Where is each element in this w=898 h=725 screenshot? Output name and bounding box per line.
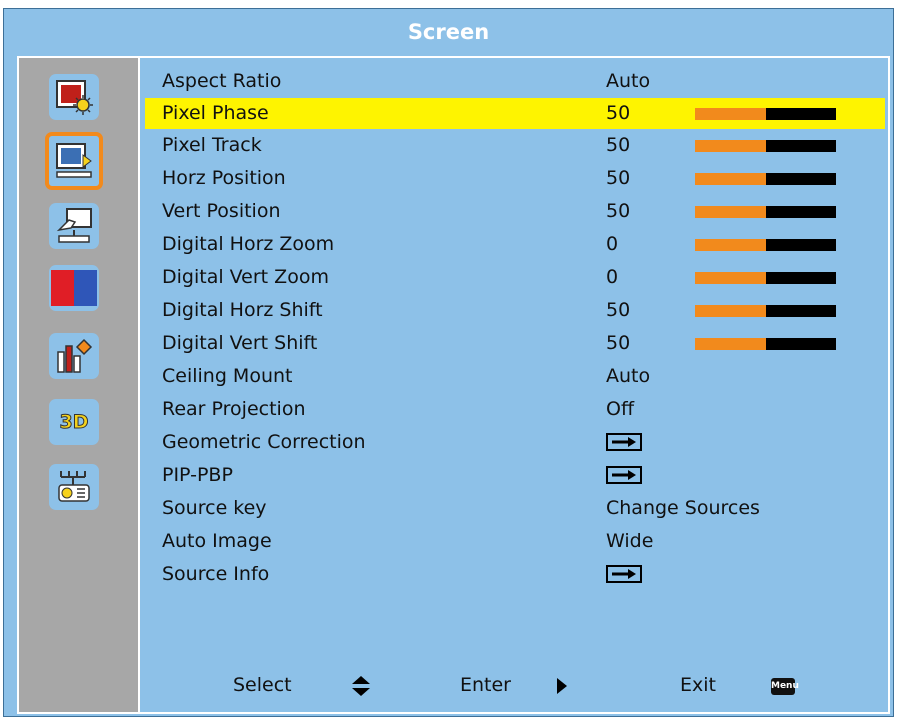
menu-item-digital-vert-shift[interactable]: Digital Vert Shift 50: [147, 328, 883, 359]
menu-item-value: 50: [606, 167, 631, 189]
menu-item-value: 50: [606, 102, 631, 124]
slider-fill: [695, 108, 766, 120]
menu-item-pip-pbp[interactable]: PIP-PBP: [147, 460, 883, 491]
menu-item-value: Change Sources: [606, 497, 760, 519]
menu-item-label: Rear Projection: [162, 398, 306, 420]
menu-item-label: Source key: [162, 497, 267, 519]
color-split-icon: [51, 270, 97, 306]
submenu-arrow-icon[interactable]: [606, 466, 642, 484]
sidebar-item-3d[interactable]: 3D: [49, 399, 99, 445]
category-sidebar: 3D: [19, 58, 140, 712]
menu-item-digital-vert-zoom[interactable]: Digital Vert Zoom 0: [147, 262, 883, 293]
menu-item-label: Pixel Track: [162, 134, 262, 156]
menu-item-source-key[interactable]: Source key Change Sources: [147, 493, 883, 524]
menu-item-value: 0: [606, 233, 619, 255]
menu-item-auto-image[interactable]: Auto Image Wide: [147, 526, 883, 557]
slider-fill: [695, 338, 766, 350]
menu-item-value: 50: [606, 134, 631, 156]
select-hint-label: Select: [233, 674, 292, 696]
menu-item-value: Off: [606, 398, 635, 420]
sidebar-item-image[interactable]: [49, 74, 99, 120]
slider-fill: [695, 173, 766, 185]
slider-fill: [695, 239, 766, 251]
submenu-arrow-icon[interactable]: [606, 433, 642, 451]
menu-item-value: 50: [606, 200, 631, 222]
menu-item-label: Auto Image: [162, 530, 272, 552]
menu-item-pixel-track[interactable]: Pixel Track 50: [147, 130, 883, 161]
menu-key-icon: Menu: [771, 678, 799, 695]
menu-item-value: 50: [606, 299, 631, 321]
menu-item-label: Horz Position: [162, 167, 286, 189]
menu-item-value: Wide: [606, 530, 654, 552]
menu-item-digital-horz-shift[interactable]: Digital Horz Shift 50: [147, 295, 883, 326]
slider-bar[interactable]: [695, 173, 836, 185]
right-triangle-icon: [557, 678, 567, 694]
menu-item-label: PIP-PBP: [162, 464, 233, 486]
slider-bar[interactable]: [695, 206, 836, 218]
menu-item-value: 0: [606, 266, 619, 288]
submenu-arrow-icon[interactable]: [606, 565, 642, 583]
menu-item-aspect-ratio[interactable]: Aspect Ratio Auto: [147, 66, 883, 97]
sidebar-item-setting[interactable]: [49, 203, 99, 249]
menu-item-label: Digital Horz Shift: [162, 299, 323, 321]
info-chart-icon: [57, 338, 93, 373]
image-settings-icon: [56, 80, 93, 115]
menu-item-digital-horz-zoom[interactable]: Digital Horz Zoom 0: [147, 229, 883, 260]
slider-fill: [695, 305, 766, 317]
menu-item-source-info[interactable]: Source Info: [147, 559, 883, 590]
slider-bar[interactable]: [695, 108, 836, 120]
sidebar-item-screen[interactable]: [45, 132, 103, 190]
slider-bar[interactable]: [695, 239, 836, 251]
menu-item-value: Auto: [606, 365, 651, 387]
menu-content: Aspect Ratio Auto Pixel Phase 50 Pixel T…: [142, 58, 888, 712]
menu-item-value: Auto: [606, 70, 651, 92]
menu-item-label: Digital Horz Zoom: [162, 233, 335, 255]
osd-window: Screen 3D Aspect Ratio Auto Pixel Phase …: [3, 8, 894, 717]
slider-fill: [695, 272, 766, 284]
exit-hint-label: Exit: [680, 674, 716, 696]
menu-item-ceiling-mount[interactable]: Ceiling Mount Auto: [147, 361, 883, 392]
sidebar-item-color[interactable]: [49, 265, 99, 311]
slider-fill: [695, 206, 766, 218]
menu-item-label: Source Info: [162, 563, 270, 585]
menu-item-label: Pixel Phase: [162, 102, 269, 124]
slider-bar[interactable]: [695, 140, 836, 152]
enter-hint-label: Enter: [460, 674, 511, 696]
slider-bar[interactable]: [695, 338, 836, 350]
slider-fill: [695, 140, 766, 152]
up-down-icon: [352, 676, 370, 696]
key-hint-bar: Select Enter Exit Menu: [142, 670, 888, 700]
menu-item-label: Vert Position: [162, 200, 281, 222]
menu-item-value: 50: [606, 332, 631, 354]
screen-settings-icon: [56, 143, 92, 178]
menu-item-label: Aspect Ratio: [162, 70, 282, 92]
slider-bar[interactable]: [695, 305, 836, 317]
setting-hand-icon: [56, 208, 92, 243]
menu-item-label: Ceiling Mount: [162, 365, 293, 387]
slider-bar[interactable]: [695, 272, 836, 284]
menu-title: Screen: [4, 9, 893, 55]
menu-item-rear-projection[interactable]: Rear Projection Off: [147, 394, 883, 425]
menu-item-geometric-correction[interactable]: Geometric Correction: [147, 427, 883, 458]
menu-item-label: Digital Vert Shift: [162, 332, 318, 354]
3d-icon: 3D: [59, 411, 89, 434]
menu-item-pixel-phase[interactable]: Pixel Phase 50: [145, 98, 885, 129]
sidebar-item-info[interactable]: [49, 333, 99, 379]
menu-item-label: Geometric Correction: [162, 431, 366, 453]
network-projector-icon: [58, 471, 90, 502]
menu-item-horz-position[interactable]: Horz Position 50: [147, 163, 883, 194]
menu-item-label: Digital Vert Zoom: [162, 266, 329, 288]
menu-panel: 3D Aspect Ratio Auto Pixel Phase 50 Pixe…: [17, 56, 890, 714]
menu-item-vert-position[interactable]: Vert Position 50: [147, 196, 883, 227]
sidebar-item-network[interactable]: [49, 464, 99, 510]
